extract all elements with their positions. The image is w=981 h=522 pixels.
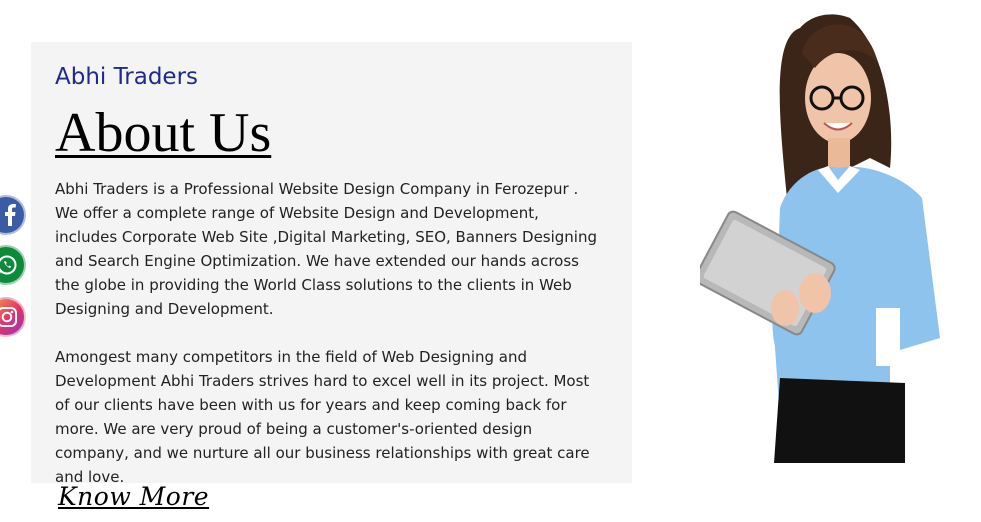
- whatsapp-button[interactable]: [0, 245, 26, 285]
- facebook-icon: [2, 204, 18, 226]
- instagram-button[interactable]: [0, 297, 26, 337]
- about-paragraph-2: Amongest many competitors in the field o…: [55, 348, 590, 486]
- know-more-link[interactable]: Know More: [58, 482, 209, 511]
- woman-with-tablet-image: [700, 14, 940, 463]
- instagram-icon: [0, 306, 18, 328]
- brand-name: Abhi Traders: [55, 64, 199, 90]
- whatsapp-icon: [0, 254, 18, 276]
- page-title: About Us: [55, 102, 272, 164]
- about-paragraph-1: Abhi Traders is a Professional Website D…: [55, 180, 597, 318]
- facebook-button[interactable]: [0, 195, 26, 235]
